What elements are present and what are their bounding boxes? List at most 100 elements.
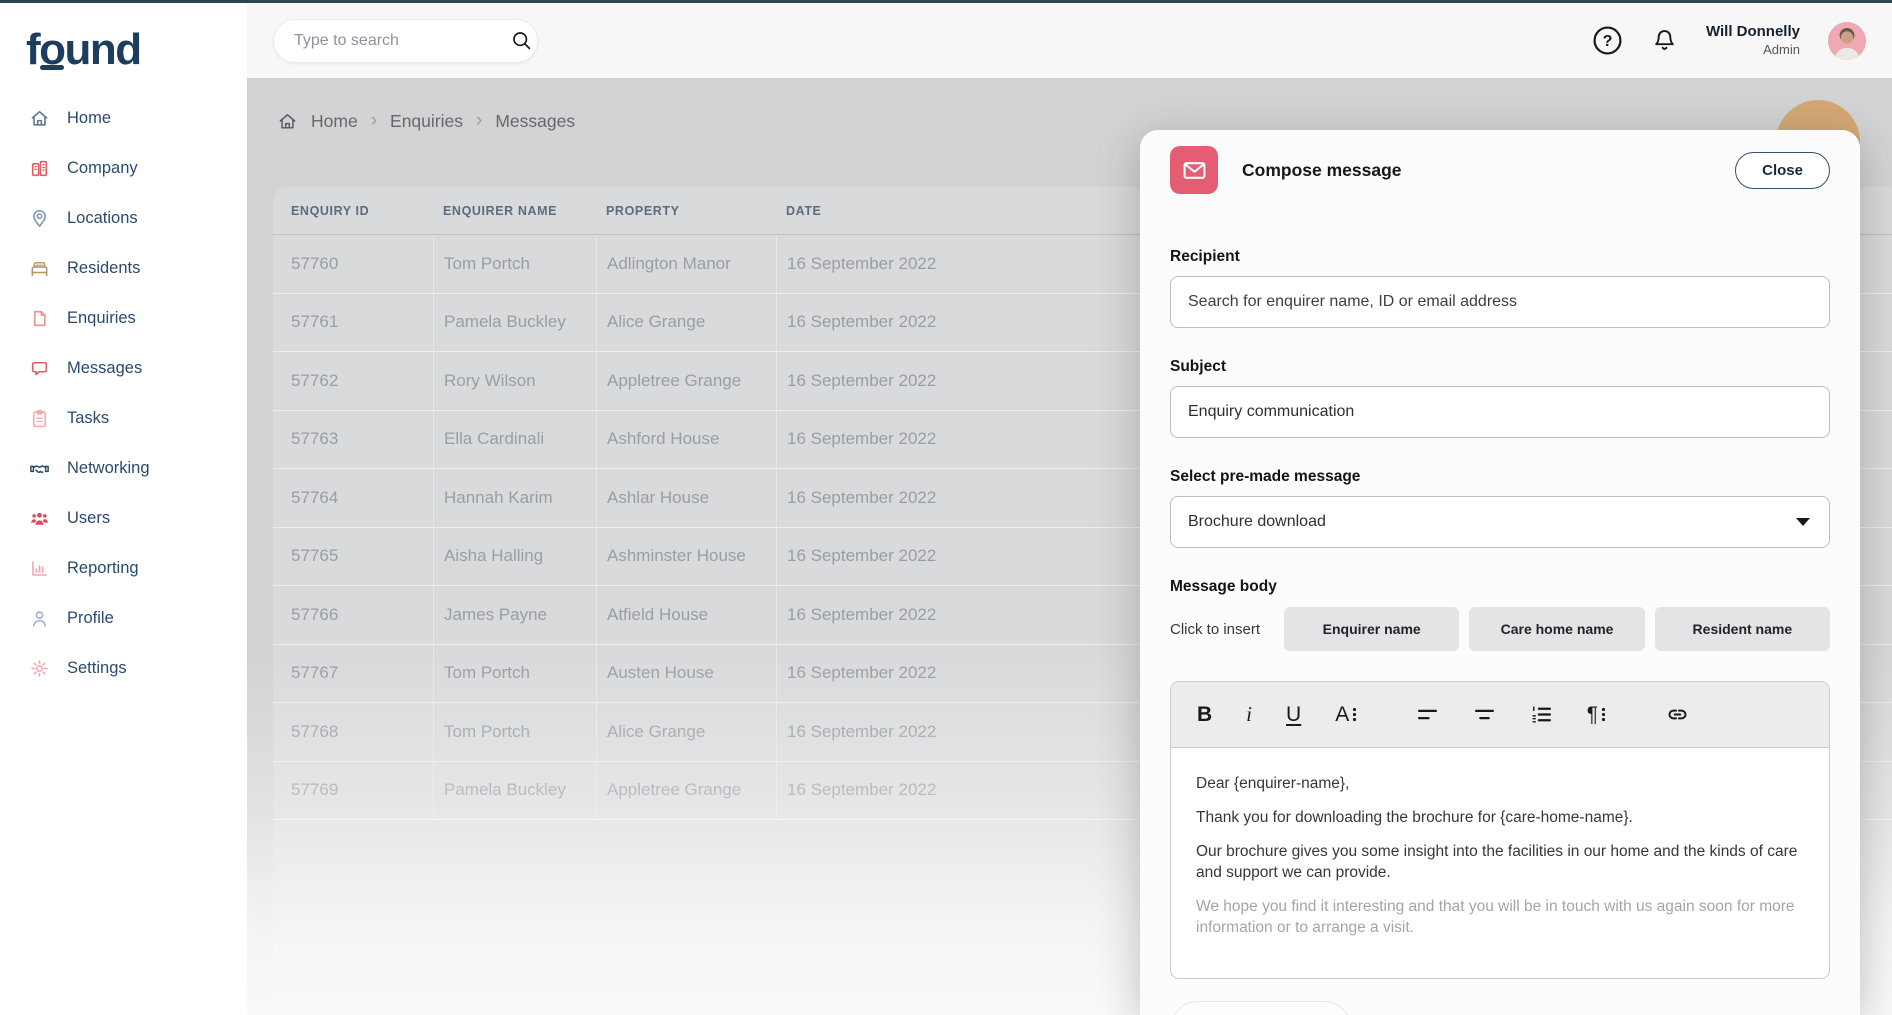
- table-cell: Ashminster House: [596, 528, 786, 586]
- sidebar-item-messages[interactable]: Messages: [0, 343, 247, 393]
- premade-message-label: Select pre-made message: [1170, 468, 1830, 486]
- bed-icon: [29, 258, 50, 279]
- table-cell: 57760: [291, 254, 443, 274]
- underline-button[interactable]: U: [1286, 704, 1301, 725]
- insert-hint: Click to insert: [1170, 621, 1260, 638]
- search-icon[interactable]: [511, 30, 532, 51]
- logo-text: f: [26, 25, 39, 74]
- gear-icon: [29, 658, 50, 679]
- table-cell: Tom Portch: [433, 645, 606, 703]
- bold-button[interactable]: B: [1197, 704, 1212, 725]
- table-cell: Adlington Manor: [596, 235, 786, 293]
- notifications-button[interactable]: [1651, 27, 1678, 54]
- sidebar-item-reporting[interactable]: Reporting: [0, 543, 247, 593]
- italic-button[interactable]: i: [1246, 704, 1252, 725]
- table-cell: James Payne: [433, 586, 606, 644]
- sidebar-item-label: Tasks: [67, 409, 109, 428]
- sidebar-nav: Home Company Locations Residents: [0, 93, 247, 693]
- table-cell: 57761: [291, 312, 443, 332]
- insert-resident-name-button[interactable]: Resident name: [1655, 607, 1830, 651]
- user-role: Admin: [1706, 42, 1800, 58]
- help-icon: ?: [1592, 25, 1623, 56]
- table-cell: Appletree Grange: [596, 762, 786, 820]
- logo-text-rest: und: [65, 25, 141, 74]
- envelope-icon: [1170, 146, 1218, 194]
- avatar-photo: [1828, 22, 1866, 60]
- recipient-input[interactable]: [1170, 276, 1830, 328]
- sidebar-item-label: Enquiries: [67, 309, 136, 328]
- message-paragraph: Thank you for downloading the brochure f…: [1196, 808, 1804, 829]
- table-cell: Pamela Buckley: [433, 294, 606, 352]
- table-cell: Ashford House: [596, 411, 786, 469]
- link-button[interactable]: [1665, 702, 1690, 727]
- sidebar-item-label: Networking: [67, 459, 150, 478]
- table-cell: Aisha Halling: [433, 528, 606, 586]
- sidebar-item-label: Users: [67, 509, 110, 528]
- app-screen: found Home Company Locations Resid: [0, 0, 1892, 1015]
- sidebar-item-settings[interactable]: Settings: [0, 643, 247, 693]
- text-style-button[interactable]: A: [1335, 704, 1356, 725]
- table-cell: Appletree Grange: [596, 352, 786, 410]
- sidebar-item-label: Home: [67, 109, 111, 128]
- user-avatar[interactable]: [1828, 22, 1866, 60]
- close-button[interactable]: Close: [1735, 152, 1830, 189]
- home-icon: [29, 108, 50, 129]
- sidebar-item-locations[interactable]: Locations: [0, 193, 247, 243]
- sidebar-item-label: Profile: [67, 609, 114, 628]
- send-button[interactable]: [1170, 1001, 1352, 1015]
- breadcrumb-messages: Messages: [495, 111, 575, 132]
- topbar-right: ? Will Donnelly Admin: [1592, 22, 1866, 60]
- person-icon: [29, 608, 50, 629]
- table-cell: 57767: [291, 663, 443, 683]
- insert-care-home-name-button[interactable]: Care home name: [1469, 607, 1644, 651]
- paragraph-style-button[interactable]: ¶: [1587, 704, 1605, 725]
- sidebar-item-profile[interactable]: Profile: [0, 593, 247, 643]
- bar-chart-icon: [29, 558, 50, 579]
- user-block[interactable]: Will Donnelly Admin: [1706, 23, 1800, 58]
- sidebar-item-company[interactable]: Company: [0, 143, 247, 193]
- table-cell: 57769: [291, 780, 443, 800]
- sidebar-item-home[interactable]: Home: [0, 93, 247, 143]
- dots-icon: [1353, 708, 1356, 721]
- subject-input[interactable]: [1170, 386, 1830, 438]
- message-paragraph: We hope you find it interesting and that…: [1196, 897, 1804, 939]
- sidebar-item-tasks[interactable]: Tasks: [0, 393, 247, 443]
- dots-icon: [1602, 708, 1605, 721]
- sidebar-item-networking[interactable]: Networking: [0, 443, 247, 493]
- message-paragraph: Dear {enquirer-name},: [1196, 774, 1804, 795]
- breadcrumb-home[interactable]: Home: [311, 111, 358, 132]
- message-body-editor[interactable]: Dear {enquirer-name}, Thank you for down…: [1171, 748, 1829, 978]
- table-cell: 57762: [291, 371, 443, 391]
- insert-enquirer-name-button[interactable]: Enquirer name: [1284, 607, 1459, 651]
- table-cell: Austen House: [596, 645, 786, 703]
- breadcrumb-enquiries[interactable]: Enquiries: [390, 111, 463, 132]
- map-pin-icon: [29, 208, 50, 229]
- sidebar-item-label: Messages: [67, 359, 142, 378]
- ordered-list-button[interactable]: [1530, 703, 1553, 726]
- table-cell: 57766: [291, 605, 443, 625]
- logo-text-o: o: [39, 25, 64, 75]
- brand-logo[interactable]: found: [26, 25, 247, 75]
- sidebar-item-label: Residents: [67, 259, 140, 278]
- help-button[interactable]: ?: [1592, 25, 1623, 56]
- sidebar-item-residents[interactable]: Residents: [0, 243, 247, 293]
- table-cell: Tom Portch: [433, 235, 606, 293]
- sidebar-item-users[interactable]: Users: [0, 493, 247, 543]
- search-input[interactable]: [274, 32, 511, 50]
- align-center-button[interactable]: [1473, 703, 1496, 726]
- align-center-icon: [1473, 703, 1496, 726]
- sidebar-item-label: Reporting: [67, 559, 139, 578]
- sidebar-item-enquiries[interactable]: Enquiries: [0, 293, 247, 343]
- column-header-enquiry-id: ENQUIRY ID: [291, 204, 443, 218]
- align-left-button[interactable]: [1416, 703, 1439, 726]
- premade-message-select[interactable]: Brochure download: [1170, 496, 1830, 548]
- premade-message-value: Brochure download: [1188, 513, 1326, 531]
- table-cell: Ashlar House: [596, 469, 786, 527]
- compose-header: Compose message Close: [1170, 130, 1830, 208]
- compose-message-panel: Compose message Close Recipient Subject …: [1140, 130, 1860, 1015]
- recipient-label: Recipient: [1170, 248, 1830, 266]
- ordered-list-icon: [1530, 703, 1553, 726]
- table-cell: Rory Wilson: [433, 352, 606, 410]
- handshake-icon: [29, 458, 50, 479]
- global-search: [273, 19, 538, 63]
